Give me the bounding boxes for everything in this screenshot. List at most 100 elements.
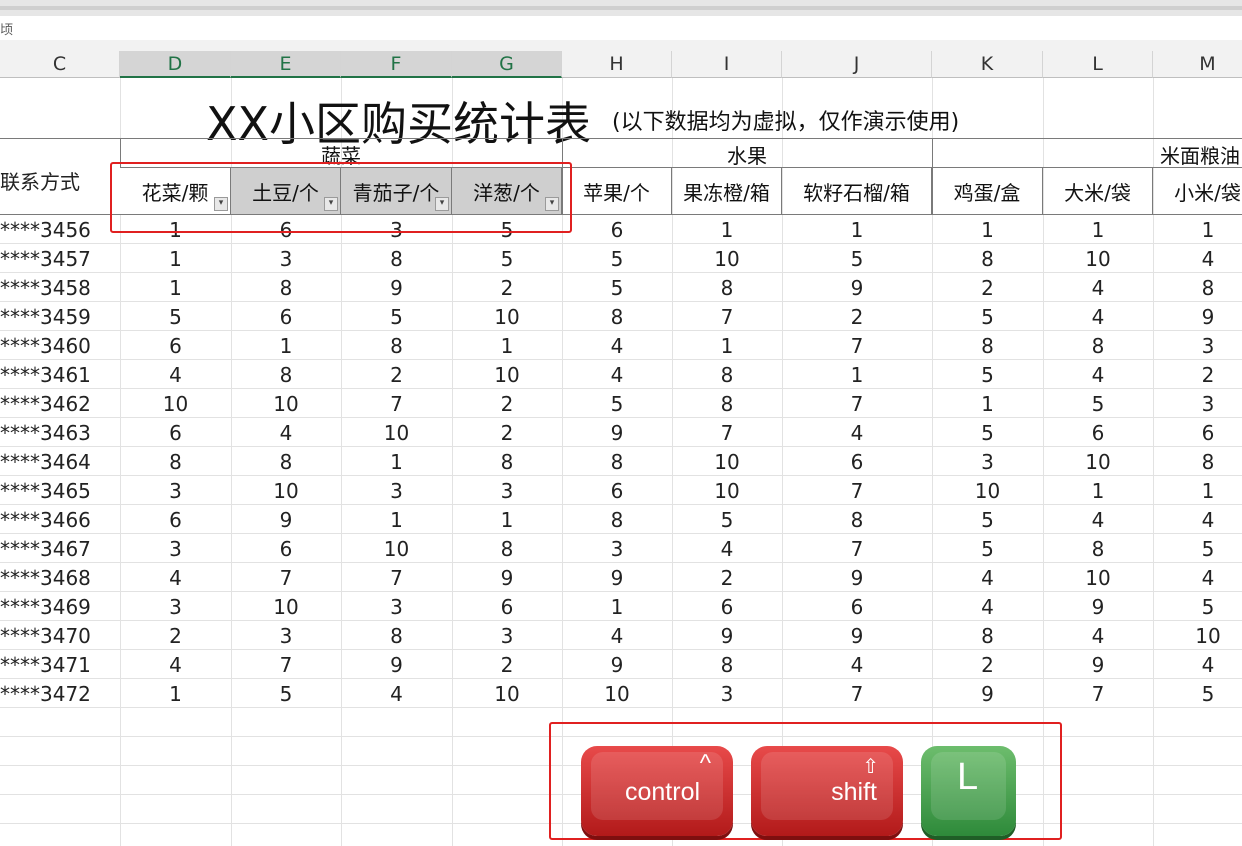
top-scrollbar[interactable] <box>0 6 1242 10</box>
data-cell[interactable]: 3 <box>672 679 782 708</box>
data-cell[interactable]: 10 <box>1043 244 1153 273</box>
data-cell[interactable]: 8 <box>562 302 672 331</box>
data-cell[interactable]: 6 <box>782 447 932 476</box>
data-cell[interactable]: 5 <box>1153 534 1242 563</box>
phone-cell[interactable]: ****3462 <box>0 389 120 418</box>
data-cell[interactable]: 4 <box>1043 621 1153 650</box>
data-cell[interactable]: 5 <box>672 505 782 534</box>
data-cell[interactable]: 8 <box>452 534 562 563</box>
data-cell[interactable]: 9 <box>562 563 672 592</box>
data-cell[interactable]: 8 <box>562 447 672 476</box>
data-cell[interactable]: 4 <box>782 650 932 679</box>
data-cell[interactable]: 7 <box>782 679 932 708</box>
column-header-m[interactable]: M <box>1153 51 1242 78</box>
data-cell[interactable]: 6 <box>120 331 231 360</box>
data-cell[interactable]: 5 <box>1153 679 1242 708</box>
phone-cell[interactable]: ****3461 <box>0 360 120 389</box>
data-cell[interactable]: 10 <box>672 447 782 476</box>
data-cell[interactable]: 4 <box>1153 505 1242 534</box>
data-cell[interactable]: 2 <box>672 563 782 592</box>
data-cell[interactable]: 10 <box>120 389 231 418</box>
data-cell[interactable]: 5 <box>562 244 672 273</box>
data-cell[interactable]: 8 <box>672 650 782 679</box>
data-cell[interactable]: 4 <box>1153 563 1242 592</box>
data-cell[interactable]: 10 <box>1153 621 1242 650</box>
data-cell[interactable]: 7 <box>782 534 932 563</box>
data-cell[interactable]: 8 <box>341 331 452 360</box>
data-cell[interactable]: 6 <box>120 505 231 534</box>
data-cell[interactable]: 6 <box>452 592 562 621</box>
data-cell[interactable]: 8 <box>782 505 932 534</box>
data-cell[interactable]: 8 <box>1153 273 1242 302</box>
data-cell[interactable]: 1 <box>562 592 672 621</box>
data-cell[interactable]: 3 <box>452 476 562 505</box>
data-cell[interactable]: 10 <box>341 418 452 447</box>
data-cell[interactable]: 5 <box>452 244 562 273</box>
column-header-d[interactable]: D <box>120 51 231 78</box>
data-cell[interactable]: 5 <box>1043 389 1153 418</box>
data-cell[interactable]: 6 <box>120 418 231 447</box>
data-cell[interactable]: 9 <box>452 563 562 592</box>
data-cell[interactable]: 1 <box>120 273 231 302</box>
data-cell[interactable]: 5 <box>782 244 932 273</box>
data-cell[interactable]: 5 <box>932 534 1043 563</box>
data-cell[interactable]: 1 <box>672 215 782 244</box>
data-cell[interactable]: 3 <box>120 476 231 505</box>
data-cell[interactable]: 7 <box>231 563 341 592</box>
data-cell[interactable]: 9 <box>782 563 932 592</box>
data-cell[interactable]: 2 <box>1153 360 1242 389</box>
phone-cell[interactable]: ****3464 <box>0 447 120 476</box>
data-cell[interactable]: 6 <box>562 215 672 244</box>
data-cell[interactable]: 9 <box>562 418 672 447</box>
data-cell[interactable]: 8 <box>1043 331 1153 360</box>
data-cell[interactable]: 8 <box>231 273 341 302</box>
formula-bar[interactable]: 顷 <box>0 16 1242 41</box>
data-cell[interactable]: 4 <box>1153 650 1242 679</box>
phone-cell[interactable]: ****3466 <box>0 505 120 534</box>
data-cell[interactable]: 4 <box>341 679 452 708</box>
column-header-i[interactable]: I <box>672 51 782 78</box>
data-cell[interactable]: 5 <box>562 389 672 418</box>
data-cell[interactable]: 4 <box>1043 273 1153 302</box>
data-cell[interactable]: 3 <box>231 244 341 273</box>
data-cell[interactable]: 8 <box>452 447 562 476</box>
data-cell[interactable]: 2 <box>452 650 562 679</box>
phone-cell[interactable]: ****3472 <box>0 679 120 708</box>
data-cell[interactable]: 8 <box>562 505 672 534</box>
column-header-h[interactable]: H <box>562 51 672 78</box>
data-cell[interactable]: 2 <box>341 360 452 389</box>
data-cell[interactable]: 8 <box>341 244 452 273</box>
data-cell[interactable]: 1 <box>932 215 1043 244</box>
data-cell[interactable]: 4 <box>1043 360 1153 389</box>
data-cell[interactable]: 3 <box>120 592 231 621</box>
data-cell[interactable]: 6 <box>782 592 932 621</box>
data-cell[interactable]: 8 <box>120 447 231 476</box>
data-cell[interactable]: 7 <box>341 389 452 418</box>
data-cell[interactable]: 9 <box>932 679 1043 708</box>
phone-cell[interactable]: ****3456 <box>0 215 120 244</box>
data-cell[interactable]: 8 <box>932 331 1043 360</box>
data-cell[interactable]: 5 <box>932 505 1043 534</box>
phone-cell[interactable]: ****3463 <box>0 418 120 447</box>
data-cell[interactable]: 10 <box>231 389 341 418</box>
data-cell[interactable]: 6 <box>231 534 341 563</box>
data-cell[interactable]: 2 <box>932 650 1043 679</box>
data-cell[interactable]: 1 <box>1043 215 1153 244</box>
data-cell[interactable]: 7 <box>782 389 932 418</box>
data-cell[interactable]: 8 <box>672 360 782 389</box>
data-cell[interactable]: 2 <box>452 389 562 418</box>
column-header-k[interactable]: K <box>932 51 1043 78</box>
data-cell[interactable]: 10 <box>452 302 562 331</box>
data-cell[interactable]: 2 <box>120 621 231 650</box>
data-cell[interactable]: 1 <box>1153 476 1242 505</box>
data-cell[interactable]: 3 <box>1153 389 1242 418</box>
phone-cell[interactable]: ****3468 <box>0 563 120 592</box>
data-cell[interactable]: 10 <box>452 360 562 389</box>
data-cell[interactable]: 6 <box>1043 418 1153 447</box>
data-cell[interactable]: 8 <box>231 447 341 476</box>
data-cell[interactable]: 5 <box>932 302 1043 331</box>
data-cell[interactable]: 2 <box>452 273 562 302</box>
data-cell[interactable]: 10 <box>672 476 782 505</box>
data-cell[interactable]: 4 <box>932 592 1043 621</box>
data-cell[interactable]: 6 <box>562 476 672 505</box>
